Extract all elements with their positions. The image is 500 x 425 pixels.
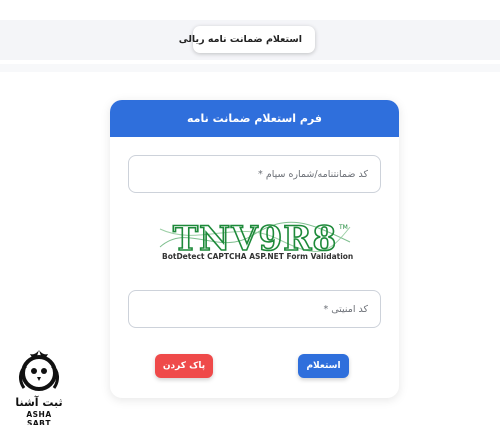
asha-sabt-logo: ثبت آشنا ASHA SABT [14,346,64,425]
logo-text-fa: ثبت آشنا [15,396,63,409]
captcha-caption: BotDetect CAPTCHA ASP.NET Form Validatio… [162,252,354,261]
guarantee-code-input[interactable] [128,155,381,193]
inquiry-form-card: فرم استعلام ضمانت نامه TNV9R8 TM BotDete… [110,100,399,398]
tab-rial-guarantee-inquiry[interactable]: استعلام ضمانت نامه ریالی [179,26,315,53]
logo-text-en: ASHA SABT [26,410,52,425]
tab-label: استعلام ضمانت نامه ریالی [178,34,302,45]
security-code-input[interactable] [128,290,381,328]
owl-logo-icon [19,350,59,391]
form-title: فرم استعلام ضمانت نامه [110,100,399,137]
inquiry-submit-button[interactable]: استعلام [298,354,349,378]
clear-button[interactable]: پاک کردن [155,354,213,378]
svg-text:TM: TM [338,224,348,231]
divider [0,64,500,72]
